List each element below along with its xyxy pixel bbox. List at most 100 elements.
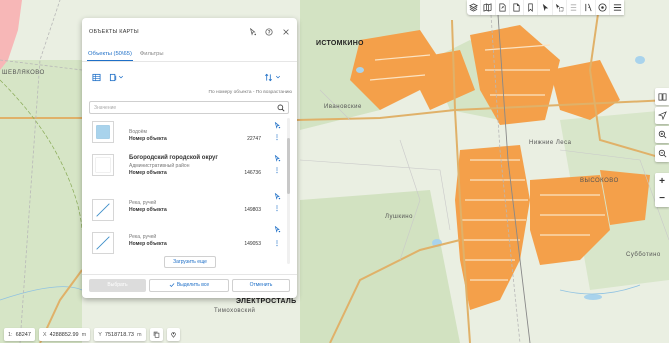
panel-tabs: Объекты (50\65) Фильтры [87,49,165,61]
item-thumbnail [92,232,114,254]
list-item[interactable]: Богородский городской округ Администрати… [89,151,289,184]
item-number-label: Номер объекта [129,136,167,142]
zoom-out-area-icon [658,149,666,158]
panel-footer: Выбрать Выделить все Отменить [82,274,297,298]
card-view-dropdown[interactable] [106,72,126,82]
map-label-elektrostal: ЭЛЕКТРОСТАЛЬ [236,298,297,305]
list-item[interactable]: Река, ручей Номер объекта 149803 ⋮ [89,192,289,229]
object-list: Водоём Номер объекта 22747 ⋮ Богородский… [89,118,289,264]
select-icon [542,3,548,12]
document-button[interactable] [510,0,525,15]
list-button[interactable] [567,0,582,15]
copy-coordinates-button[interactable] [149,328,163,341]
item-thumbnail [92,199,114,221]
zoom-area-icon [658,130,666,139]
legend-button[interactable] [655,88,669,105]
sort-caption: По номеру объекта - По возрастанию [208,90,292,95]
locate-icon [274,192,280,200]
select-area-icon [555,3,564,12]
item-more-button[interactable]: ⋮ [273,205,281,213]
item-type: Административный район [129,163,190,169]
menu-icon [613,4,621,11]
navigate-button[interactable] [655,107,669,124]
zoom-area-button[interactable] [655,126,669,143]
close-icon [283,29,289,35]
item-more-button[interactable]: ⋮ [273,134,281,142]
map-objects-panel: ОБЪЕКТЫ КАРТЫ Объекты (50\65) Фильтры По… [82,18,297,298]
help-button[interactable] [264,27,274,37]
layers-icon [469,3,479,12]
item-type: Река, ручей [129,200,157,206]
locate-icon [274,121,280,129]
map-label-ivanovskie: Ивановские [324,104,362,110]
item-locate-button[interactable] [273,154,281,162]
select-area-button[interactable] [553,0,568,15]
choose-button[interactable]: Выбрать [89,279,146,292]
map-label-vysokovo: ВЫСОКОВО [580,178,619,184]
cancel-label: Отменить [249,282,273,288]
x-value: 4288852.99 [49,331,79,338]
check-icon [169,282,175,287]
tab-objects[interactable]: Объекты (50\65) [87,49,133,61]
location-pin-button[interactable] [166,328,180,341]
cancel-button[interactable]: Отменить [232,279,290,292]
item-type: Водоём [129,129,147,135]
list-scrollbar[interactable] [287,118,290,264]
sort-icon [265,73,272,81]
item-more-button[interactable]: ⋮ [273,167,281,175]
top-toolbar [467,0,625,15]
map-label-nizhnie: Нижние Леса [529,140,572,146]
list-icon [571,4,577,11]
map-icon [483,3,492,12]
water-body-icon [96,125,110,139]
map-button[interactable] [481,0,496,15]
y-coordinate-box: Y 7518718.73 m [94,328,146,341]
plus-icon: + [659,176,665,187]
item-number-value: 149803 [244,207,261,213]
item-locate-button[interactable] [273,192,281,200]
y-value: 7518718.73 [104,331,134,338]
item-number-label: Номер объекта [129,241,167,247]
y-label: Y [98,331,102,338]
tab-filters[interactable]: Фильтры [139,49,165,61]
search-button[interactable] [277,104,285,112]
tabs-divider [82,61,297,62]
zoom-in-button[interactable]: + [655,173,669,190]
ruler-button[interactable] [581,0,596,15]
layers-button[interactable] [467,0,482,15]
item-locate-button[interactable] [273,121,281,129]
location-pin-icon [170,332,176,338]
sort-dropdown[interactable] [264,72,286,82]
cursor-select-button[interactable] [248,27,258,37]
item-thumbnail [92,154,114,176]
search-input[interactable] [94,103,270,113]
info-button[interactable] [596,0,610,15]
close-button[interactable] [281,27,291,37]
select-all-button[interactable]: Выделить все [149,279,229,292]
item-type: Река, ручей [129,234,157,240]
table-view-button[interactable] [91,72,101,82]
zoom-out-area-button[interactable] [655,145,669,162]
y-unit: m [136,331,142,338]
scrollbar-thumb[interactable] [287,138,290,194]
panel-header: ОБЪЕКТЫ КАРТЫ [82,18,297,46]
scale-value: 68247 [15,331,31,338]
cursor-select-icon [250,28,257,36]
export-button[interactable] [496,0,510,15]
select-button[interactable] [538,0,553,15]
x-label: X [42,331,47,338]
list-item[interactable]: Водоём Номер объекта 22747 ⋮ [89,118,289,151]
item-locate-button[interactable] [273,225,281,233]
zoom-out-button[interactable]: − [655,190,669,207]
right-toolbar [655,88,669,162]
help-icon [265,28,273,36]
scale-box[interactable]: 1: 68247 [4,328,35,341]
scale-label: 1: [8,331,13,338]
item-more-button[interactable]: ⋮ [273,240,281,248]
bookmark-icon [528,3,533,12]
bookmark-button[interactable] [524,0,539,15]
menu-button[interactable] [610,0,624,15]
view-toggle [91,72,126,82]
map-label-subbotino: Субботино [626,252,661,258]
load-more-button[interactable]: Загрузить еще [164,256,216,268]
